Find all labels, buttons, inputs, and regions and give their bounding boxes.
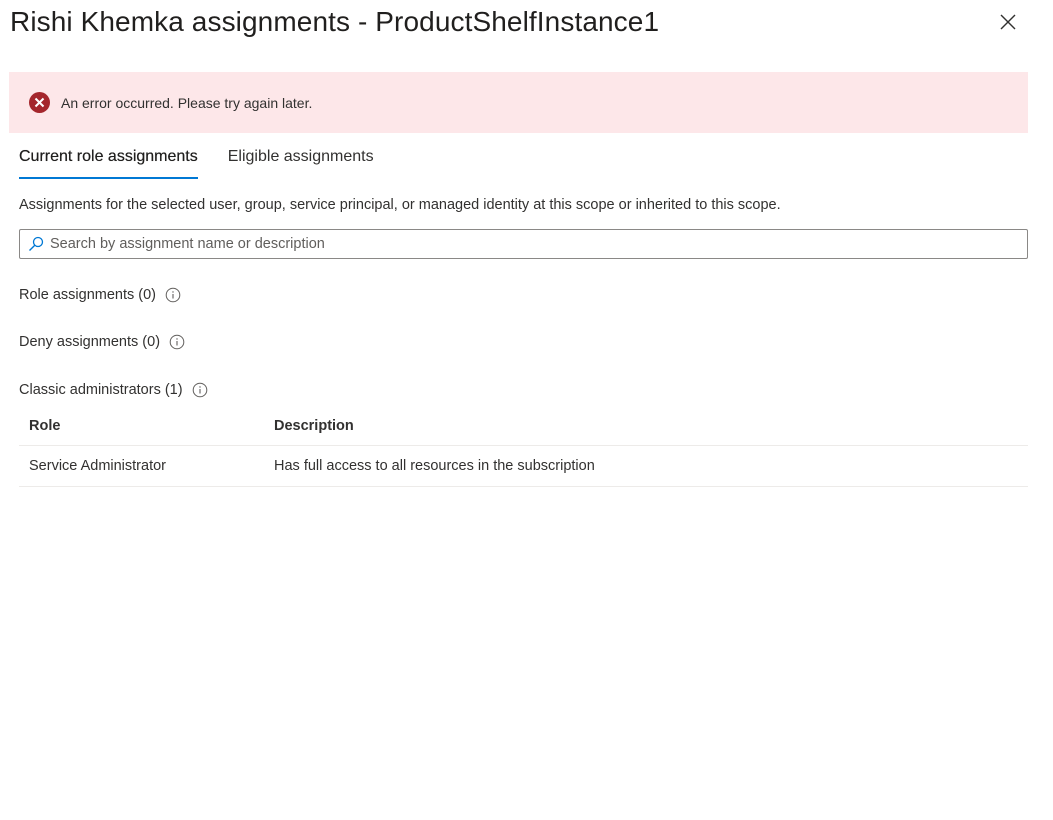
assignment-tabs: Current role assignments Eligible assign… [19, 146, 404, 179]
classic-administrators-label: Classic administrators (1) [19, 382, 183, 398]
classic-administrators-section: Classic administrators (1) [19, 382, 208, 398]
role-assignments-section: Role assignments (0) [19, 287, 181, 303]
tab-eligible-assignments[interactable]: Eligible assignments [228, 146, 374, 179]
table-header: Role Description [19, 406, 1028, 446]
info-icon[interactable] [165, 287, 181, 303]
info-icon[interactable] [192, 382, 208, 398]
close-icon [1000, 14, 1016, 30]
search-icon [28, 236, 44, 252]
info-icon[interactable] [169, 334, 185, 350]
tab-current-role-assignments[interactable]: Current role assignments [19, 146, 198, 179]
deny-assignments-label: Deny assignments (0) [19, 334, 161, 350]
column-header-description[interactable]: Description [274, 418, 1028, 434]
assignments-description: Assignments for the selected user, group… [19, 197, 781, 213]
search-input[interactable] [50, 236, 990, 252]
classic-administrators-table: Role Description Service Administrator H… [19, 406, 1028, 487]
role-cell: Service Administrator [29, 458, 166, 474]
role-assignments-label: Role assignments (0) [19, 287, 156, 303]
column-header-role[interactable]: Role [19, 418, 274, 434]
deny-assignments-section: Deny assignments (0) [19, 334, 185, 350]
error-message-bar: An error occurred. Please try again late… [9, 72, 1028, 133]
panel-title: Rishi Khemka assignments - ProductShelfI… [10, 6, 660, 37]
table-row[interactable]: Service Administrator Has full access to… [19, 446, 1028, 487]
search-box [19, 229, 1028, 259]
close-button[interactable] [994, 8, 1022, 36]
error-icon [29, 92, 50, 113]
error-text: An error occurred. Please try again late… [61, 94, 313, 111]
description-cell: Has full access to all resources in the … [274, 458, 595, 474]
